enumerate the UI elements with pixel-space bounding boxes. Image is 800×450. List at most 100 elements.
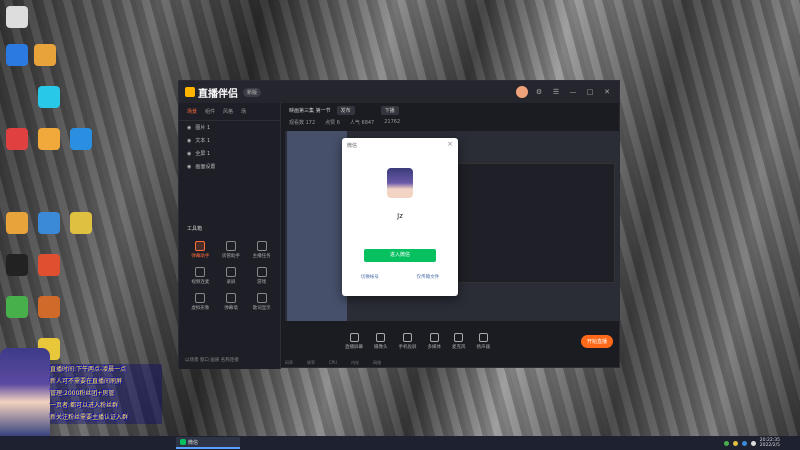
avatar-icon (195, 293, 206, 303)
overlay-line: 管理:2000粉丝团+房管 (50, 388, 162, 400)
control-bar: 直播屏幕 摄像头 手机投屏 多媒体 麦克风 扬声器 开始直播 (285, 323, 619, 359)
wechat-login-dialog: 微信 × Jz 进入微信 切换帐号 仅传输文件 (342, 138, 458, 296)
tool-lyrics[interactable]: 歌词显示 (246, 293, 277, 311)
tray-icon[interactable] (741, 440, 747, 446)
speaker-icon (478, 332, 488, 342)
desktop-icon-9[interactable] (38, 212, 60, 234)
source-label: 画面设置 (195, 164, 216, 170)
tab-other[interactable]: 场 (241, 108, 246, 115)
menu-icon[interactable]: ☰ (550, 88, 562, 96)
screen-capture-button[interactable]: 直播屏幕 (345, 332, 363, 350)
wall-icon (225, 293, 236, 303)
desktop-icon-10[interactable] (70, 212, 92, 234)
maximize-icon[interactable]: □ (584, 88, 596, 96)
lyrics-icon (256, 293, 267, 303)
desktop-icon-8[interactable] (6, 212, 28, 234)
tool-record[interactable]: 录屏 (216, 267, 247, 285)
source-label: 图片 1 (195, 125, 211, 131)
end-live-button[interactable]: 下播 (380, 106, 399, 115)
overlay-line: 直播时间:下午两点-凌晨一点 (50, 364, 162, 376)
chat-icon (195, 241, 206, 251)
desktop-icon-4[interactable] (38, 86, 60, 108)
phone-icon (403, 332, 412, 342)
desktop-icon-7[interactable] (70, 128, 92, 150)
desktop-icon-2[interactable] (34, 44, 56, 66)
taskbar-wechat[interactable]: 微信 (176, 437, 240, 449)
mic-button[interactable]: 麦克风 (452, 332, 466, 350)
desktop-icon-5[interactable] (6, 128, 28, 150)
game-icon (256, 267, 267, 277)
eye-icon[interactable]: ◉ (187, 151, 191, 157)
phone-cast-button[interactable]: 手机投屏 (399, 332, 417, 350)
logo-icon (185, 87, 195, 97)
publish-button[interactable]: 发布 (336, 106, 355, 115)
close-icon[interactable]: ✕ (601, 88, 613, 96)
tool-game[interactable]: 游戏 (246, 267, 277, 285)
clock[interactable]: 20:22:35 2022/2/5 (760, 438, 780, 448)
speaker-button[interactable]: 扬声器 (477, 332, 490, 350)
close-icon[interactable]: × (447, 140, 453, 148)
desktop-icon-6[interactable] (38, 128, 60, 150)
tool-avatar[interactable]: 虚拟形象 (185, 293, 216, 311)
tool-video-link[interactable]: 视频连麦 (185, 267, 216, 285)
stat-likes: 点赞 6 (325, 120, 340, 126)
avatar (387, 168, 413, 198)
minimize-icon[interactable]: — (567, 88, 579, 96)
eye-icon[interactable]: ◉ (187, 164, 191, 170)
source-item[interactable]: ◉ 图片 1 (179, 121, 280, 134)
stat-popularity: 人气 6847 (349, 120, 375, 126)
dialog-title: 微信 (347, 143, 358, 149)
source-label: 文本 1 (195, 138, 211, 144)
avatar[interactable] (516, 86, 528, 98)
enter-wechat-button[interactable]: 进入微信 (364, 249, 436, 262)
monitor-icon (349, 332, 359, 342)
settings-icon[interactable]: ⚙ (533, 88, 545, 96)
task-icon (256, 241, 267, 251)
tool-task[interactable]: 主播任务 (246, 241, 277, 259)
go-live-button[interactable]: 开始直播 (580, 334, 613, 348)
taskbar-app-label: 微信 (188, 439, 199, 446)
desktop-icon-14[interactable] (38, 296, 60, 318)
eye-icon[interactable]: ◉ (187, 125, 191, 131)
video-icon (195, 267, 206, 277)
tool-danmu[interactable]: 弹幕助手 (185, 241, 216, 259)
camera-button[interactable]: 摄像头 (374, 332, 388, 350)
bottom-tip[interactable]: 以场景 窗口 画质 名称连接 (185, 357, 239, 363)
source-item[interactable]: ◉ 全屏 1 (179, 147, 280, 160)
wechat-icon (180, 439, 186, 445)
tab-scene[interactable]: 场景 (187, 108, 197, 115)
desktop-icon-1[interactable] (6, 6, 28, 28)
source-item[interactable]: ◉ 画面设置 (179, 160, 280, 173)
tray-icon[interactable] (732, 440, 738, 446)
tab-component[interactable]: 组件 (205, 108, 215, 115)
file-transfer-link[interactable]: 仅传输文件 (417, 274, 440, 280)
source-item[interactable]: ◉ 文本 1 (179, 134, 280, 147)
source-label: 全屏 1 (195, 151, 211, 157)
stat-viewers: 观看数 172 (289, 120, 316, 126)
desktop-icon-12[interactable] (38, 254, 60, 276)
app-logo: 直播伴侣 (185, 85, 238, 100)
preview-desktop-icons (287, 131, 347, 321)
eye-icon[interactable]: ◉ (187, 138, 191, 144)
tool-admin[interactable]: 房管助手 (216, 241, 247, 259)
tab-style[interactable]: 风格 (223, 108, 233, 115)
tools-title: 工具箱 (187, 226, 203, 232)
desktop-icon-11[interactable] (6, 254, 28, 276)
title-bar: 直播伴侣 新版 ⚙ ☰ — □ ✕ (179, 81, 619, 103)
tool-danmu-wall[interactable]: 弹幕墙 (216, 293, 247, 311)
tray-icon[interactable] (723, 440, 729, 446)
left-panel: 场景 组件 风格 场 ◉ 图片 1 ◉ 文本 1 ◉ 全屏 1 ◉ 画面设置 工具箱 弹… (179, 103, 281, 369)
desktop-icon-3[interactable] (6, 44, 28, 66)
switch-account-link[interactable]: 切换帐号 (361, 274, 379, 280)
volume-icon[interactable] (750, 440, 756, 446)
version-badge[interactable]: 新版 (243, 87, 262, 97)
camera-icon (376, 332, 386, 342)
media-button[interactable]: 多媒体 (428, 332, 441, 350)
scene-tabs: 场景 组件 风格 场 (179, 103, 280, 121)
desktop-icon-13[interactable] (6, 296, 28, 318)
mic-icon (454, 332, 464, 342)
taskbar: 微信 20:22:35 2022/2/5 (0, 436, 800, 450)
system-tray: 20:22:35 2022/2/5 (723, 438, 800, 448)
overlay-line: 一页者:都可以进入粉丝群 (50, 400, 162, 412)
user-name: Jz (397, 212, 403, 220)
